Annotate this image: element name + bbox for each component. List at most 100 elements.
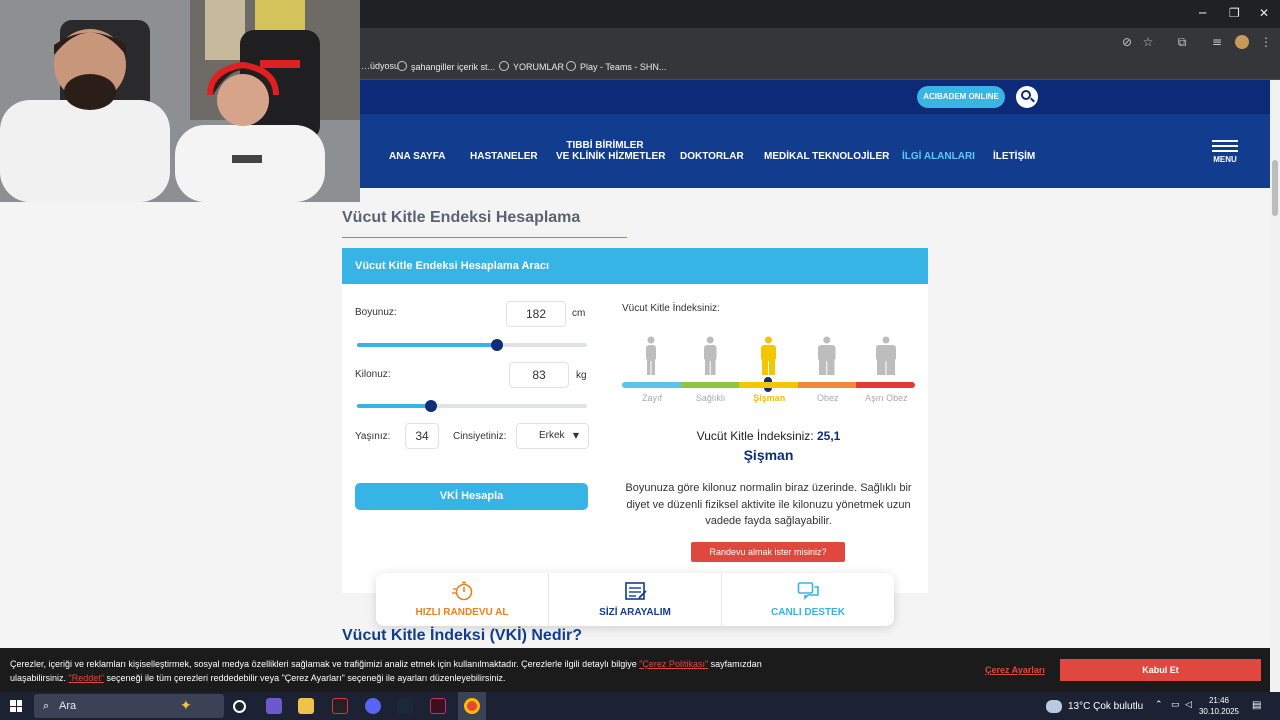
- chevron-down-icon: ▼: [572, 431, 579, 440]
- bookmark-item[interactable]: Play - Teams - SHN...: [566, 61, 666, 72]
- gender-select[interactable]: Erkek ▼: [516, 423, 589, 449]
- bmi-scale-segment: [739, 382, 798, 388]
- bmi-scale-label: Şişman: [753, 393, 786, 403]
- nav-home[interactable]: ANA SAYFA: [389, 151, 446, 162]
- restore-icon[interactable]: ❐: [1229, 6, 1240, 20]
- star-icon[interactable]: ☆: [1141, 35, 1155, 49]
- cookie-text-part: Çerezler, içeriği ve reklamları kişisell…: [10, 659, 637, 669]
- bmi-scale-segment: [680, 382, 740, 388]
- bmi-description: Boyunuza göre kilonuz normalin biraz üze…: [625, 482, 912, 527]
- bmi-result-label: Vucüt Kitle İndeksiniz:: [696, 429, 814, 443]
- windows-taskbar: ⌕ Ara ✦ 13°C Çok bulutlu ⌃ ▭ ◁ 21:46 30.…: [0, 692, 1280, 720]
- app-icon[interactable]: [430, 698, 446, 714]
- stopwatch-icon: [452, 581, 473, 601]
- hamburger-icon: [1212, 140, 1238, 142]
- taskbar-search-placeholder: Ara: [59, 700, 77, 712]
- chrome-icon[interactable]: [464, 698, 480, 714]
- nav-hospitals[interactable]: HASTANELER: [470, 151, 538, 162]
- bmi-scale-segment: [856, 382, 915, 388]
- steam-icon[interactable]: [397, 698, 413, 714]
- nav-label-line2: VE KLİNİK HİZMETLER: [556, 151, 666, 162]
- profile-avatar[interactable]: [1235, 35, 1249, 49]
- quick-appointment-button[interactable]: HIZLI RANDEVU AL: [376, 573, 548, 626]
- notification-icon[interactable]: ▤: [1252, 700, 1261, 711]
- nav-interests[interactable]: İLGİ ALANLARI: [902, 151, 975, 162]
- bmi-scale-label: Obez: [817, 393, 839, 403]
- chevron-up-icon[interactable]: ⌃: [1155, 700, 1163, 710]
- volume-icon[interactable]: ◁: [1185, 700, 1192, 710]
- callback-button[interactable]: SİZİ ARAYALIM: [549, 573, 721, 626]
- menu-button[interactable]: MENU: [1212, 140, 1238, 164]
- cookie-banner: Çerezler, içeriği ve reklamları kişisell…: [0, 648, 1280, 692]
- bmi-scale-label: Aşırı Obez: [865, 393, 908, 403]
- weight-slider-handle[interactable]: [424, 400, 437, 412]
- scroll-thumb[interactable]: [1272, 160, 1278, 216]
- bookmark-label: Play - Teams - SHN...: [580, 62, 667, 72]
- windows-start-icon[interactable]: [10, 700, 22, 712]
- age-input[interactable]: 34: [405, 423, 439, 449]
- app-icon[interactable]: [332, 698, 348, 714]
- bmi-category: Şişman: [743, 447, 794, 463]
- height-label: Boyunuz:: [355, 307, 397, 318]
- accept-cookies-button[interactable]: Kabul Et: [1060, 659, 1261, 681]
- form-icon: [625, 582, 647, 600]
- clock-date: 30.10.2025: [1198, 707, 1240, 716]
- bmi-result: Vucüt Kitle İndeksiniz: 25,1: [622, 429, 915, 443]
- height-slider[interactable]: [357, 339, 587, 351]
- calculate-button[interactable]: VKİ Hesapla: [355, 483, 588, 510]
- extensions-icon[interactable]: ⧉: [1175, 35, 1189, 49]
- globe-icon: [397, 61, 407, 71]
- appointment-button[interactable]: Randevu almak ister misiniz?: [691, 542, 845, 562]
- bookmark-item[interactable]: şahangiller içerik st...: [397, 61, 495, 72]
- bookmark-item[interactable]: YORUMLAR: [499, 61, 564, 72]
- callback-label: SİZİ ARAYALIM: [599, 607, 671, 618]
- quick-actions-bar: HIZLI RANDEVU AL SİZİ ARAYALIM CANLI DES…: [376, 573, 894, 626]
- bookmark-item[interactable]: …üdyosu: [361, 61, 399, 71]
- taskbar-search[interactable]: ⌕ Ara ✦: [34, 694, 224, 718]
- weight-slider[interactable]: [357, 400, 587, 412]
- copilot-icon[interactable]: [266, 698, 282, 714]
- height-input[interactable]: 182: [506, 301, 566, 327]
- bmi-result-value: 25,1: [816, 429, 841, 443]
- nav-medical-units[interactable]: TIBBİ BİRİMLER VE KLİNİK HİZMETLER: [556, 140, 666, 162]
- cookie-text-part: sayfamızdan: [710, 659, 762, 669]
- body-figure-icon: [818, 336, 836, 375]
- more-menu-icon[interactable]: ⋮: [1259, 35, 1273, 49]
- height-slider-handle[interactable]: [491, 339, 504, 351]
- gender-value: Erkek: [539, 430, 565, 441]
- nav-medical-tech[interactable]: MEDİKAL TEKNOLOJİLER: [764, 151, 889, 162]
- cookie-text-part: ulaşabilirsiniz.: [10, 673, 67, 683]
- tracking-off-icon[interactable]: ⊘: [1120, 35, 1134, 49]
- acibadem-online-button[interactable]: ACIBADEM ONLINE: [917, 86, 1005, 108]
- cortana-icon[interactable]: [233, 700, 246, 713]
- height-slider-fill: [357, 343, 498, 347]
- search-icon[interactable]: [1016, 86, 1038, 108]
- cookie-policy-link[interactable]: "Çerez Politikası": [639, 659, 708, 669]
- discord-icon[interactable]: [365, 698, 381, 714]
- body-figure-icon: [646, 336, 657, 375]
- media-icon[interactable]: ≡: [1210, 35, 1224, 49]
- cookie-settings-link[interactable]: Çerez Ayarları: [985, 665, 1045, 675]
- close-icon[interactable]: ✕: [1259, 6, 1269, 20]
- nav-contact[interactable]: İLETİŞİM: [993, 151, 1035, 162]
- weather-icon[interactable]: [1046, 700, 1062, 713]
- chat-icon: [797, 582, 819, 600]
- weight-input[interactable]: 83: [509, 362, 569, 388]
- sparkle-icon: ✦: [180, 698, 192, 714]
- globe-icon: [566, 61, 576, 71]
- page-scrollbar[interactable]: [1270, 80, 1280, 692]
- bmi-scale-label: Sağlıklı: [695, 393, 726, 403]
- webcam-overlay: [0, 0, 360, 202]
- taskbar-clock[interactable]: 21:46 30.10.2025: [1198, 695, 1240, 717]
- minimize-icon[interactable]: ─: [1199, 6, 1206, 20]
- nav-label-line1: TIBBİ BİRİMLER: [566, 140, 644, 151]
- reject-link[interactable]: "Reddet": [69, 673, 104, 683]
- file-explorer-icon[interactable]: [298, 698, 314, 714]
- nav-doctors[interactable]: DOKTORLAR: [680, 151, 744, 162]
- gender-label: Cinsiyetiniz:: [453, 431, 507, 442]
- search-icon: ⌕: [43, 699, 50, 712]
- weather-text[interactable]: 13°C Çok bulutlu: [1068, 701, 1143, 712]
- live-support-button[interactable]: CANLI DESTEK: [722, 573, 894, 626]
- network-icon[interactable]: ▭: [1171, 700, 1180, 710]
- globe-icon: [499, 61, 509, 71]
